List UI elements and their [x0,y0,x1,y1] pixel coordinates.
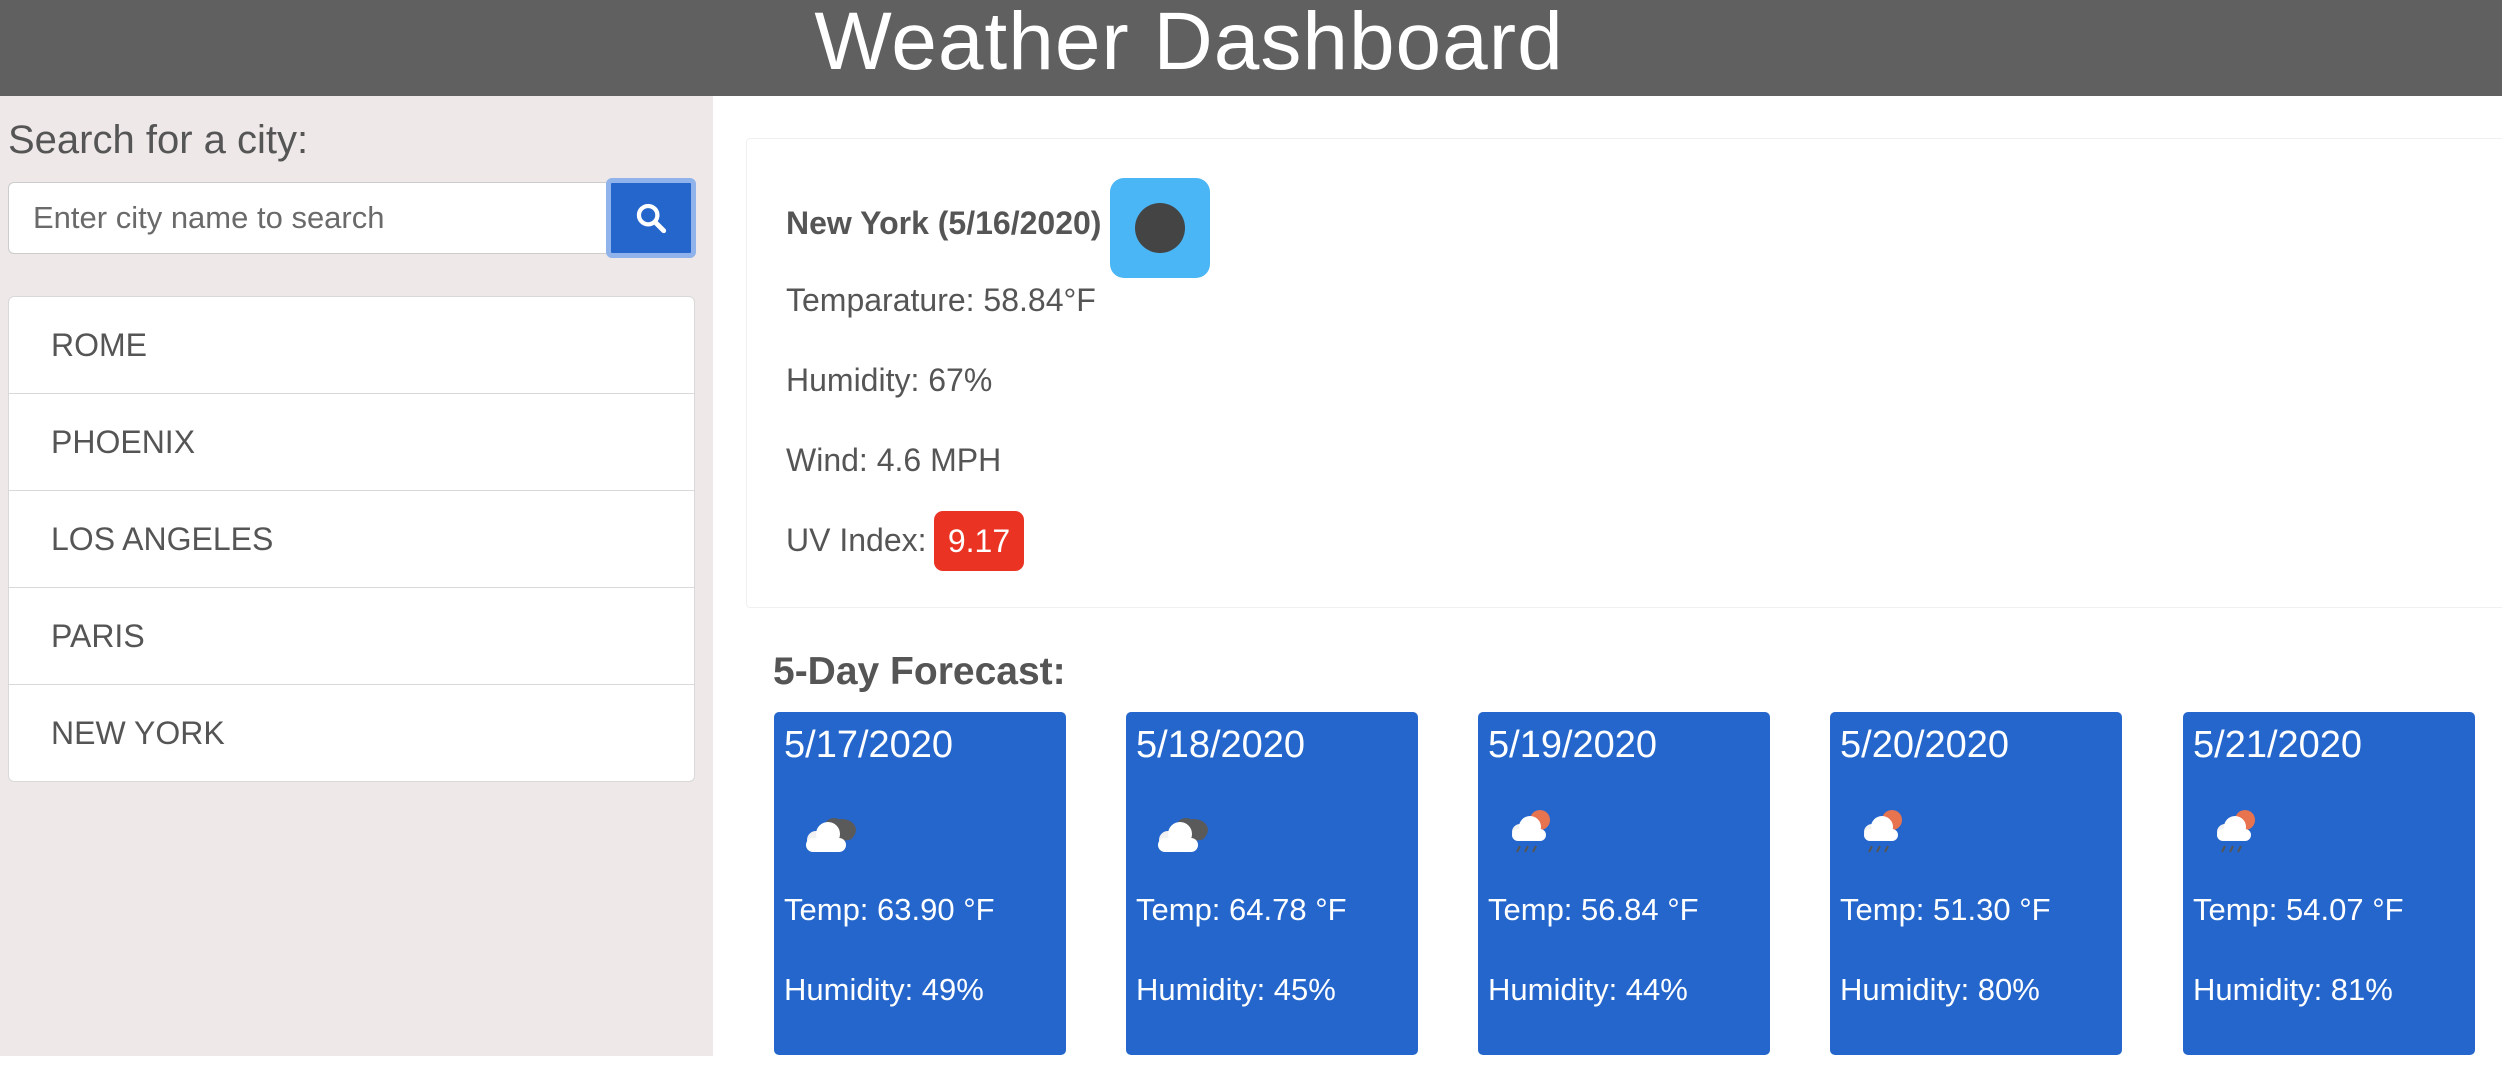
clear-night-icon [1110,178,1210,278]
forecast-temp: Temp: 56.84 °F [1488,892,1699,927]
forecast-humidity: Humidity: 80% [1840,972,2040,1007]
current-temperature: Temparature: 58.84°F [786,282,1096,318]
search-input[interactable] [8,182,606,254]
current-humidity: Humidity: 67% [786,362,993,398]
light-rain-icon [1512,810,1550,853]
forecast-humidity: Humidity: 44% [1488,972,1688,1007]
search-label: Search for a city: [8,118,309,162]
uv-index-badge: 9.17 [934,511,1024,571]
forecast-temp: Temp: 64.78 °F [1136,892,1347,927]
forecast-humidity: Humidity: 49% [784,972,984,1007]
broken-clouds-icon [806,818,856,852]
history-item-rome[interactable]: ROME [9,297,694,394]
forecast-date: 5/21/2020 [2193,724,2363,766]
forecast-card: 5/20/2020 Temp: 51.30 °F Humidity: 80% [1830,712,2122,1055]
uv-index-label: UV Index: [786,522,927,558]
search-button[interactable] [606,178,696,258]
forecast-date: 5/19/2020 [1488,724,1658,766]
forecast-title: 5-Day Forecast: [773,650,1066,693]
history-item-paris[interactable]: PARIS [9,588,694,685]
current-city-title: New York (5/16/2020) [786,205,1102,241]
forecast-humidity: Humidity: 45% [1136,972,1336,1007]
search-history-list: ROME PHOENIX LOS ANGELES PARIS NEW YORK [8,296,695,782]
forecast-card: 5/19/2020 Temp: 56.84 °F Humidity: 44% [1478,712,1770,1055]
forecast-card: 5/17/2020 Temp: 63.90 °F Humidity: 49% [774,712,1066,1055]
forecast-date: 5/17/2020 [784,724,954,766]
forecast-card: 5/18/2020 Temp: 64.78 °F Humidity: 45% [1126,712,1418,1055]
broken-clouds-icon [1158,818,1208,852]
history-item-phoenix[interactable]: PHOENIX [9,394,694,491]
forecast-humidity: Humidity: 81% [2193,972,2393,1007]
page-title: Weather Dashboard [814,0,1564,87]
forecast-temp: Temp: 63.90 °F [784,892,995,927]
forecast-temp: Temp: 54.07 °F [2193,892,2404,927]
forecast-date: 5/18/2020 [1136,724,1306,766]
history-item-new-york[interactable]: NEW YORK [9,685,694,781]
light-rain-icon [2217,810,2255,853]
forecast-temp: Temp: 51.30 °F [1840,892,2051,927]
light-rain-icon [1864,810,1902,853]
search-icon [636,203,667,234]
history-item-los-angeles[interactable]: LOS ANGELES [9,491,694,588]
current-wind: Wind: 4.6 MPH [786,442,1002,478]
header: Weather Dashboard [0,0,2502,96]
forecast-date: 5/20/2020 [1840,724,2010,766]
forecast-card: 5/21/2020 Temp: 54.07 °F Humidity: 81% [2183,712,2475,1055]
